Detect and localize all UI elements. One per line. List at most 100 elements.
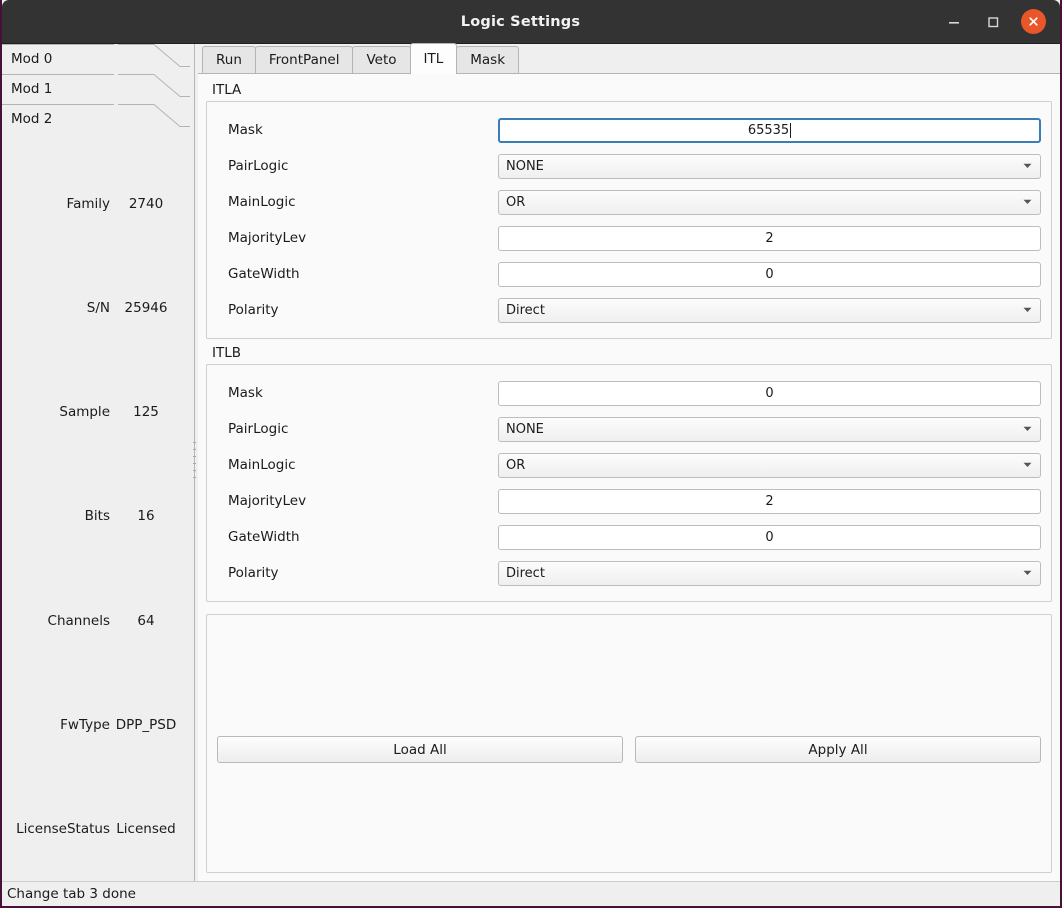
itlb-gatewidth-control: 0 bbox=[498, 524, 1041, 550]
itlb-majoritylev-control: 2 bbox=[498, 488, 1041, 514]
title-bar: Logic Settings bbox=[2, 0, 1060, 44]
info-label: Sample bbox=[59, 404, 110, 421]
itlb-mainlogic-row: MainLogic OR bbox=[217, 447, 1041, 483]
sidebar-item-label: Mod 0 bbox=[11, 51, 53, 67]
itla-gatewidth-label: GateWidth bbox=[228, 266, 300, 282]
itlb-mask-value: 0 bbox=[765, 385, 774, 401]
itlb-polarity-select[interactable]: Direct bbox=[498, 560, 1041, 586]
itla-pairlogic-control: NONE bbox=[498, 153, 1041, 179]
info-value: 25946 bbox=[124, 300, 168, 317]
itlb-mainlogic-value: OR bbox=[506, 457, 526, 473]
info-label: Family bbox=[66, 196, 110, 213]
tab-itl[interactable]: ITL bbox=[409, 43, 458, 74]
actions-box: Load All Apply All bbox=[206, 614, 1052, 873]
chevron-down-icon[interactable] bbox=[1021, 570, 1034, 576]
itlb-majoritylev-value: 2 bbox=[765, 493, 774, 509]
text-caret bbox=[790, 122, 792, 138]
itlb-pairlogic-value: NONE bbox=[506, 421, 544, 437]
status-message: Change tab 3 done bbox=[7, 886, 136, 902]
info-value: DPP_PSD bbox=[115, 716, 177, 733]
itla-majoritylev-input[interactable]: 2 bbox=[498, 225, 1041, 251]
tab-veto[interactable]: Veto bbox=[352, 46, 411, 73]
info-label: Channels bbox=[47, 612, 110, 629]
itla-polarity-row: Polarity Direct bbox=[217, 292, 1041, 328]
tab-mask[interactable]: Mask bbox=[456, 46, 520, 73]
info-row: S/N 25946 bbox=[2, 256, 190, 360]
itla-mask-label: Mask bbox=[228, 122, 263, 138]
itla-group: ITLA Mask 65535 PairLogic NONE MainLogic… bbox=[206, 80, 1052, 339]
itla-mainlogic-row: MainLogic OR bbox=[217, 184, 1041, 220]
close-icon[interactable] bbox=[1021, 9, 1046, 34]
mod-tab-top-line-0 bbox=[2, 44, 114, 45]
minimize-icon[interactable] bbox=[943, 11, 965, 33]
itla-gatewidth-control: 0 bbox=[498, 261, 1041, 287]
load-all-button[interactable]: Load All bbox=[217, 736, 623, 763]
info-label: Bits bbox=[84, 508, 110, 525]
tab-run[interactable]: Run bbox=[202, 46, 256, 73]
itla-group-box: Mask 65535 PairLogic NONE MainLogic OR M… bbox=[206, 101, 1052, 339]
itla-mainlogic-label: MainLogic bbox=[228, 194, 296, 210]
info-value: 2740 bbox=[128, 196, 164, 213]
tab-bar: Run FrontPanel Veto ITL Mask bbox=[198, 43, 1060, 74]
itlb-polarity-control: Direct bbox=[498, 560, 1041, 586]
module-info-list: Family 2740 S/N 25946 Sample 125 Bits 16… bbox=[2, 134, 190, 881]
itlb-majoritylev-row: MajorityLev 2 bbox=[217, 483, 1041, 519]
itlb-group-box: Mask 0 PairLogic NONE MainLogic OR Major… bbox=[206, 364, 1052, 602]
itla-mainlogic-control: OR bbox=[498, 189, 1041, 215]
itlb-majoritylev-label: MajorityLev bbox=[228, 493, 307, 509]
itlb-gatewidth-row: GateWidth 0 bbox=[217, 519, 1041, 555]
sidebar-splitter[interactable] bbox=[190, 44, 198, 881]
itla-mask-row: Mask 65535 bbox=[217, 112, 1041, 148]
itlb-gatewidth-input[interactable]: 0 bbox=[498, 524, 1041, 550]
itlb-mainlogic-label: MainLogic bbox=[228, 457, 296, 473]
tab-label: Veto bbox=[366, 52, 397, 68]
itlb-pairlogic-select[interactable]: NONE bbox=[498, 416, 1041, 442]
info-row: Family 2740 bbox=[2, 152, 190, 256]
mod-tab-top-line-2 bbox=[2, 104, 114, 105]
tab-frontpanel[interactable]: FrontPanel bbox=[254, 46, 354, 73]
itlb-polarity-value: Direct bbox=[506, 565, 545, 581]
itlb-mainlogic-control: OR bbox=[498, 452, 1041, 478]
info-label: FwType bbox=[60, 716, 110, 733]
settings-content: Run FrontPanel Veto ITL Mask ITLA Mask 6… bbox=[198, 43, 1060, 881]
sidebar-item-mod-1[interactable]: Mod 1 bbox=[2, 74, 198, 104]
itla-polarity-select[interactable]: Direct bbox=[498, 297, 1041, 323]
window-controls bbox=[943, 9, 1060, 34]
maximize-icon[interactable] bbox=[982, 11, 1004, 33]
itlb-group-title: ITLB bbox=[212, 345, 242, 361]
mod-tab-top-line-1 bbox=[2, 74, 114, 75]
sidebar-item-mod-2[interactable]: Mod 2 bbox=[2, 104, 198, 134]
itla-majoritylev-row: MajorityLev 2 bbox=[217, 220, 1041, 256]
itla-mainlogic-select[interactable]: OR bbox=[498, 189, 1041, 215]
itlb-group: ITLB Mask 0 PairLogic NONE MainLogic OR … bbox=[206, 343, 1052, 602]
itla-gatewidth-input[interactable]: 0 bbox=[498, 261, 1041, 287]
info-row: FwType DPP_PSD bbox=[2, 673, 190, 777]
itla-polarity-control: Direct bbox=[498, 297, 1041, 323]
itlb-mask-input[interactable]: 0 bbox=[498, 380, 1041, 406]
itla-gatewidth-value: 0 bbox=[765, 266, 774, 282]
module-sidebar: Mod 0 Mod 1 Mod 2 Family 2740 S/N 25946 … bbox=[2, 44, 198, 881]
itla-pairlogic-value: NONE bbox=[506, 158, 544, 174]
chevron-down-icon[interactable] bbox=[1021, 307, 1034, 313]
itlb-mainlogic-select[interactable]: OR bbox=[498, 452, 1041, 478]
itlb-mask-row: Mask 0 bbox=[217, 375, 1041, 411]
itlb-majoritylev-input[interactable]: 2 bbox=[498, 488, 1041, 514]
window-title: Logic Settings bbox=[460, 13, 581, 30]
mod-tab-slant-0 bbox=[118, 44, 198, 67]
sidebar-item-mod-0[interactable]: Mod 0 bbox=[2, 44, 198, 74]
chevron-down-icon[interactable] bbox=[1021, 163, 1034, 169]
itlb-gatewidth-label: GateWidth bbox=[228, 529, 300, 545]
chevron-down-icon[interactable] bbox=[1021, 426, 1034, 432]
itlb-pairlogic-row: PairLogic NONE bbox=[217, 411, 1041, 447]
info-label: S/N bbox=[86, 300, 110, 317]
itla-mask-control: 65535 bbox=[498, 117, 1041, 143]
chevron-down-icon[interactable] bbox=[1021, 462, 1034, 468]
module-tab-list: Mod 0 Mod 1 Mod 2 bbox=[2, 44, 198, 134]
apply-all-button[interactable]: Apply All bbox=[635, 736, 1041, 763]
itla-pairlogic-select[interactable]: NONE bbox=[498, 153, 1041, 179]
status-bar: Change tab 3 done bbox=[2, 881, 1060, 906]
splitter-grip[interactable] bbox=[193, 441, 196, 484]
mod-tab-slant-2 bbox=[118, 104, 198, 127]
chevron-down-icon[interactable] bbox=[1021, 199, 1034, 205]
itla-mask-input[interactable]: 65535 bbox=[498, 117, 1041, 143]
